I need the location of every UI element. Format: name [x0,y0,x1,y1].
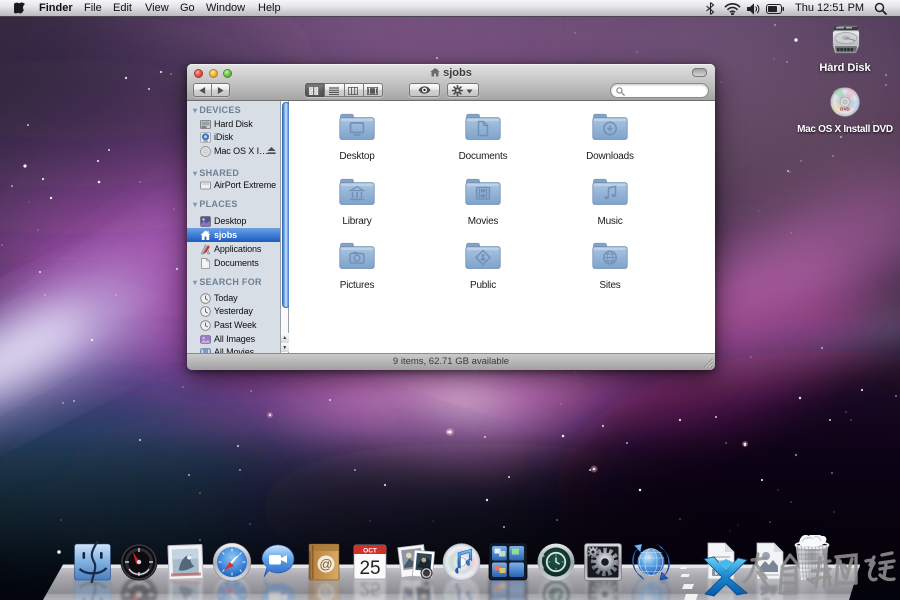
svg-text:DVD: DVD [840,107,850,112]
